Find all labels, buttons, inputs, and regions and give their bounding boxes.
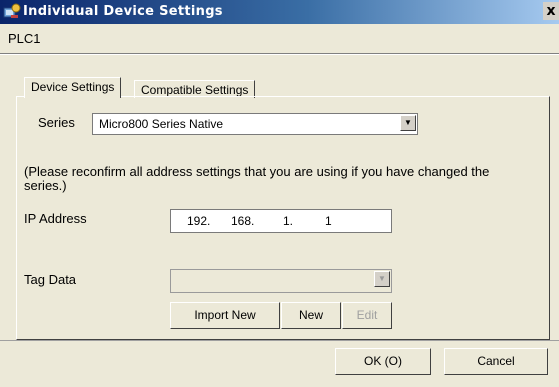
import-new-button[interactable]: Import New [170, 302, 280, 329]
series-select-value: Micro800 Series Native [99, 117, 224, 131]
tag-data-label: Tag Data [24, 272, 77, 287]
close-button[interactable]: x [543, 2, 559, 20]
chevron-down-icon: ▼ [374, 271, 390, 287]
tag-data-select: ▼ [170, 269, 392, 293]
ip-address-label: IP Address [24, 211, 87, 226]
ip-octet-1[interactable]: 192. [187, 214, 210, 228]
series-change-note: (Please reconfirm all address settings t… [24, 164, 490, 193]
footer-divider [0, 340, 559, 341]
edit-button: Edit [342, 302, 392, 329]
tab-device-settings[interactable]: Device Settings [24, 77, 122, 98]
ok-button[interactable]: OK (O) [335, 348, 431, 375]
new-button[interactable]: New [281, 302, 341, 329]
series-label: Series [38, 115, 75, 130]
title-bar[interactable]: Individual Device Settings x [0, 0, 559, 24]
window-title: Individual Device Settings [23, 4, 223, 19]
ip-octet-3[interactable]: 1. [283, 214, 293, 228]
device-name: PLC1 [8, 31, 41, 46]
ip-octet-4[interactable]: 1 [325, 214, 332, 228]
cancel-button[interactable]: Cancel [444, 348, 548, 375]
chevron-down-icon[interactable]: ▼ [400, 115, 416, 131]
ip-octet-2[interactable]: 168. [231, 214, 254, 228]
header-divider [0, 53, 559, 55]
device-settings-icon [3, 3, 21, 21]
series-select[interactable]: Micro800 Series Native ▼ [92, 113, 418, 135]
ip-address-field[interactable]: 192. 168. 1. 1 [170, 209, 392, 233]
